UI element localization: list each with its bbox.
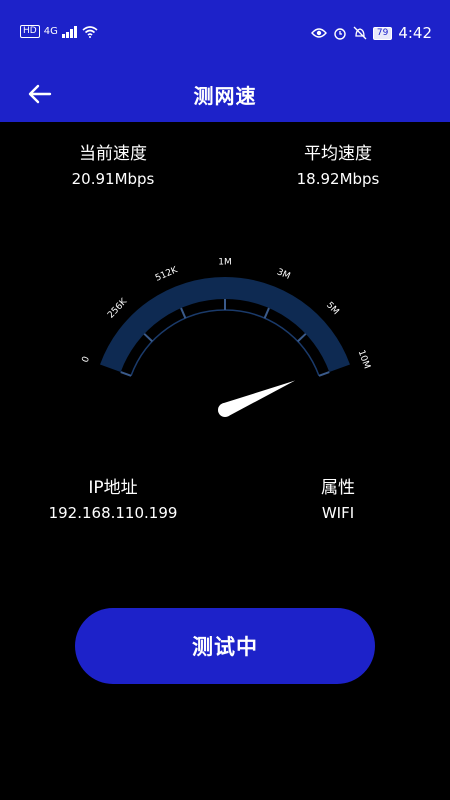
app-bar: 测网速 (0, 66, 450, 122)
current-speed-value: 20.91Mbps (71, 170, 155, 188)
network-type: 4G (43, 26, 58, 37)
battery-icon: 79 (372, 26, 393, 40)
gauge-needle-hub (218, 403, 232, 417)
average-speed-stat: 平均速度 18.92Mbps (248, 142, 428, 190)
gauge-needle (218, 380, 296, 417)
gauge-tick (318, 371, 330, 377)
average-speed-label: 平均速度 (304, 144, 372, 164)
attribute-stat: 属性 WIFI (248, 476, 428, 524)
gauge-arc-group (100, 277, 350, 377)
current-speed-label: 当前速度 (79, 144, 147, 164)
average-speed-value: 18.92Mbps (296, 170, 380, 188)
gauge-tick-label: 0 (81, 355, 92, 364)
status-bar: HD 4G 79 4:42 (0, 0, 450, 66)
ip-address-stat: IP地址 192.168.110.199 (23, 476, 203, 524)
attribute-label: 属性 (321, 478, 355, 498)
gauge-tick-label: 512K (154, 265, 180, 284)
mute-bell-icon (353, 26, 367, 40)
current-speed-stat: 当前速度 20.91Mbps (23, 142, 203, 190)
gauge-tick (297, 333, 307, 343)
speed-gauge: 0 256K 512K 1M 3M 5M 10M (81, 258, 372, 417)
signal-icon (61, 25, 77, 38)
clock: 4:42 (398, 24, 432, 42)
gauge-needle-pointer (222, 380, 296, 417)
gauge-tick-label: 5M (324, 300, 341, 317)
gauge-tick-label: 1M (218, 258, 232, 268)
status-left: HD 4G (20, 25, 98, 38)
status-right: 79 4:42 (310, 24, 432, 42)
gauge-tick (180, 307, 187, 319)
eye-icon (310, 28, 327, 38)
gauge-tick-label: 10M (356, 349, 372, 370)
gauge-tick (143, 333, 153, 343)
alarm-icon (334, 28, 346, 40)
attribute-value: WIFI (321, 504, 355, 522)
ip-address-label: IP地址 (88, 478, 138, 498)
gauge-tick-label: 256K (106, 296, 130, 320)
wifi-icon (82, 25, 98, 38)
hd-badge: HD (20, 25, 40, 38)
gauge-tick (120, 371, 132, 377)
ip-address-value: 192.168.110.199 (48, 504, 178, 522)
gauge-tick (263, 307, 270, 319)
testing-button[interactable]: 测试中 (75, 608, 375, 684)
page-title: 测网速 (193, 83, 257, 108)
gauge-tick-label: 3M (275, 267, 291, 282)
